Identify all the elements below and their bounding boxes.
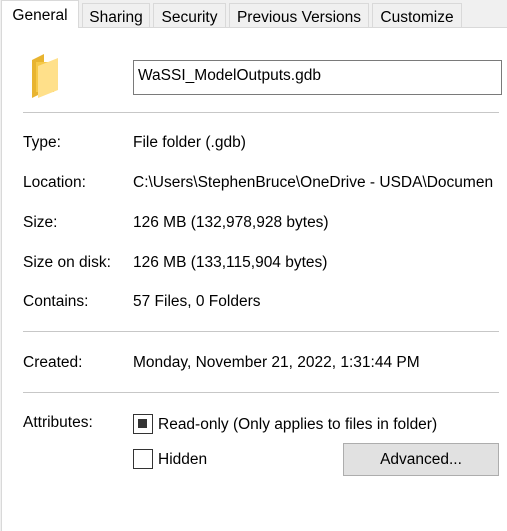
size-label: Size: (23, 214, 58, 231)
hidden-checkbox[interactable] (133, 449, 153, 469)
readonly-checkbox[interactable] (133, 414, 153, 434)
readonly-checkbox-label[interactable]: Read-only (Only applies to files in fold… (158, 416, 437, 434)
tab-sharing[interactable]: Sharing (82, 3, 150, 27)
size-on-disk-value: 126 MB (133,115,904 bytes) (133, 254, 328, 271)
separator (23, 392, 499, 393)
folder-icon (32, 54, 58, 98)
created-value: Monday, November 21, 2022, 1:31:44 PM (133, 354, 420, 371)
size-on-disk-label: Size on disk: (23, 254, 111, 271)
tab-customize[interactable]: Customize (372, 3, 462, 27)
location-value: C:\Users\StephenBruce\OneDrive - USDA\Do… (133, 174, 494, 191)
type-label: Type: (23, 134, 61, 151)
attributes-label: Attributes: (23, 414, 93, 431)
tab-general[interactable]: General (1, 0, 79, 28)
hidden-checkbox-label[interactable]: Hidden (158, 451, 207, 469)
tab-previous-versions[interactable]: Previous Versions (229, 3, 369, 27)
tab-strip: General Sharing Security Previous Versio… (0, 0, 507, 28)
contains-label: Contains: (23, 293, 89, 310)
contains-value: 57 Files, 0 Folders (133, 293, 261, 310)
tab-security[interactable]: Security (153, 3, 226, 27)
type-value: File folder (.gdb) (133, 134, 246, 151)
location-label: Location: (23, 174, 86, 191)
folder-name-input[interactable]: WaSSI_ModelOutputs.gdb (133, 60, 502, 95)
separator (23, 331, 499, 332)
advanced-button[interactable]: Advanced... (343, 443, 499, 476)
indeterminate-mark (138, 419, 147, 428)
separator (23, 112, 499, 113)
size-value: 126 MB (132,978,928 bytes) (133, 214, 329, 231)
created-label: Created: (23, 354, 83, 371)
